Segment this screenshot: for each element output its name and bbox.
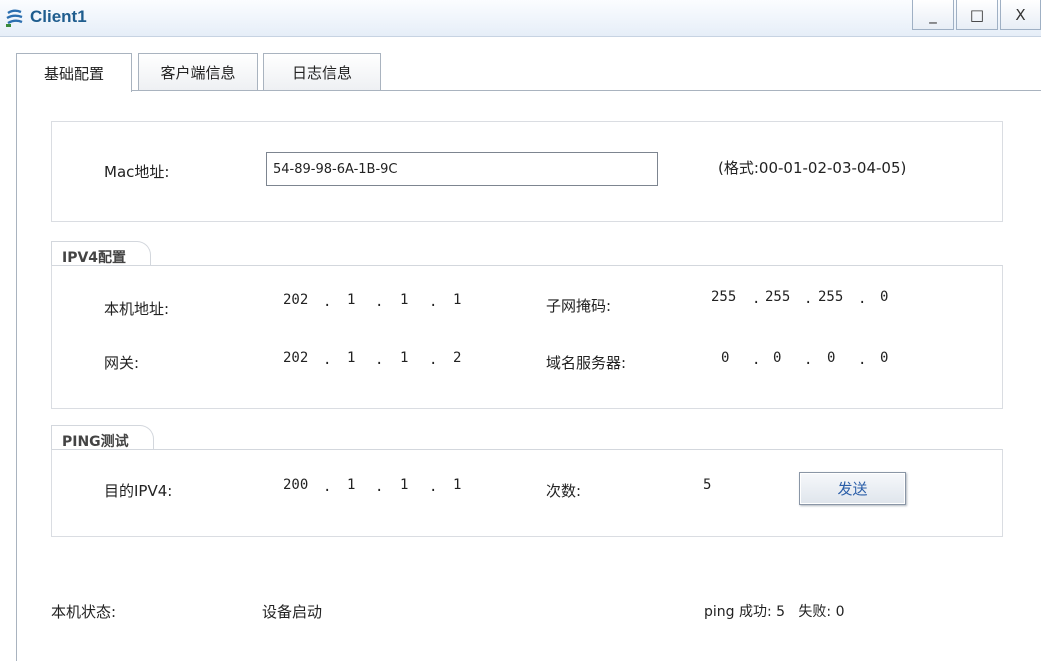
ip-dot: . (429, 352, 438, 368)
device-status-value: 设备启动 (262, 603, 323, 621)
ip-octet[interactable]: 1 (400, 350, 408, 366)
window-title: Client1 (30, 7, 87, 26)
close-icon: X (1015, 5, 1026, 24)
ip-dot: . (804, 352, 813, 368)
ip-dot: . (375, 294, 384, 310)
local-address-label: 本机地址: (104, 300, 170, 318)
subnet-mask-label: 子网掩码: (546, 297, 612, 315)
ping-result-summary: ping 成功: 5 失败: 0 (704, 604, 845, 620)
ip-octet[interactable]: 1 (400, 292, 408, 308)
ip-octet[interactable]: 1 (453, 292, 461, 308)
dns-label: 域名服务器: (546, 354, 627, 372)
ipv4-panel (51, 265, 1003, 409)
ip-dot: . (323, 479, 332, 495)
ip-octet[interactable]: 255 (765, 289, 790, 305)
tab-log-info[interactable]: 日志信息 (263, 53, 381, 90)
gateway-label: 网关: (104, 354, 140, 372)
ip-octet[interactable]: 1 (400, 477, 408, 493)
ip-octet[interactable]: 0 (880, 350, 888, 366)
mac-address-input[interactable] (266, 152, 658, 186)
maximize-button[interactable]: □ (956, 0, 998, 30)
close-button[interactable]: X (1000, 0, 1041, 30)
ip-octet[interactable]: 0 (721, 350, 729, 366)
ip-dot: . (429, 294, 438, 310)
ip-dot: . (858, 291, 867, 307)
tab-client-info[interactable]: 客户端信息 (138, 53, 258, 90)
device-status-label: 本机状态: (51, 603, 117, 621)
ip-octet[interactable]: 1 (453, 477, 461, 493)
ip-octet[interactable]: 2 (453, 350, 461, 366)
ip-octet[interactable]: 1 (347, 292, 355, 308)
ip-octet[interactable]: 200 (283, 477, 308, 493)
tab-label: 日志信息 (291, 63, 352, 82)
ip-octet[interactable]: 202 (283, 292, 308, 308)
ip-octet[interactable]: 0 (827, 350, 835, 366)
ip-dot: . (375, 352, 384, 368)
tab-label: 客户端信息 (160, 63, 236, 82)
minimize-button[interactable]: _ (912, 0, 954, 30)
ip-dot: . (323, 352, 332, 368)
send-button[interactable]: 发送 (799, 472, 906, 505)
tab-label: 基础配置 (43, 64, 104, 83)
mac-format-hint: (格式:00-01-02-03-04-05) (718, 159, 907, 177)
ip-dot: . (375, 479, 384, 495)
ping-count-input[interactable]: 5 (703, 477, 711, 493)
ip-octet[interactable]: 0 (773, 350, 781, 366)
ip-dot: . (429, 479, 438, 495)
ip-octet[interactable]: 255 (711, 289, 736, 305)
client-app-icon (6, 9, 23, 27)
ip-octet[interactable]: 0 (880, 289, 888, 305)
ip-octet[interactable]: 1 (347, 477, 355, 493)
ping-target-label: 目的IPV4: (104, 482, 173, 500)
send-button-label: 发送 (837, 480, 868, 498)
ip-octet[interactable]: 255 (818, 289, 843, 305)
ip-dot: . (752, 291, 761, 307)
minimize-icon: _ (929, 5, 937, 24)
maximize-icon: □ (969, 5, 985, 24)
ip-octet[interactable]: 1 (347, 350, 355, 366)
ip-dot: . (858, 352, 867, 368)
mac-label: Mac地址: (104, 163, 170, 181)
ip-dot: . (752, 352, 761, 368)
ip-dot: . (323, 294, 332, 310)
ip-octet[interactable]: 202 (283, 350, 308, 366)
ping-count-label: 次数: (546, 482, 582, 500)
tab-basic-config[interactable]: 基础配置 (16, 53, 132, 92)
title-bar: Client1 _ □ X (0, 0, 1041, 37)
ip-dot: . (804, 291, 813, 307)
